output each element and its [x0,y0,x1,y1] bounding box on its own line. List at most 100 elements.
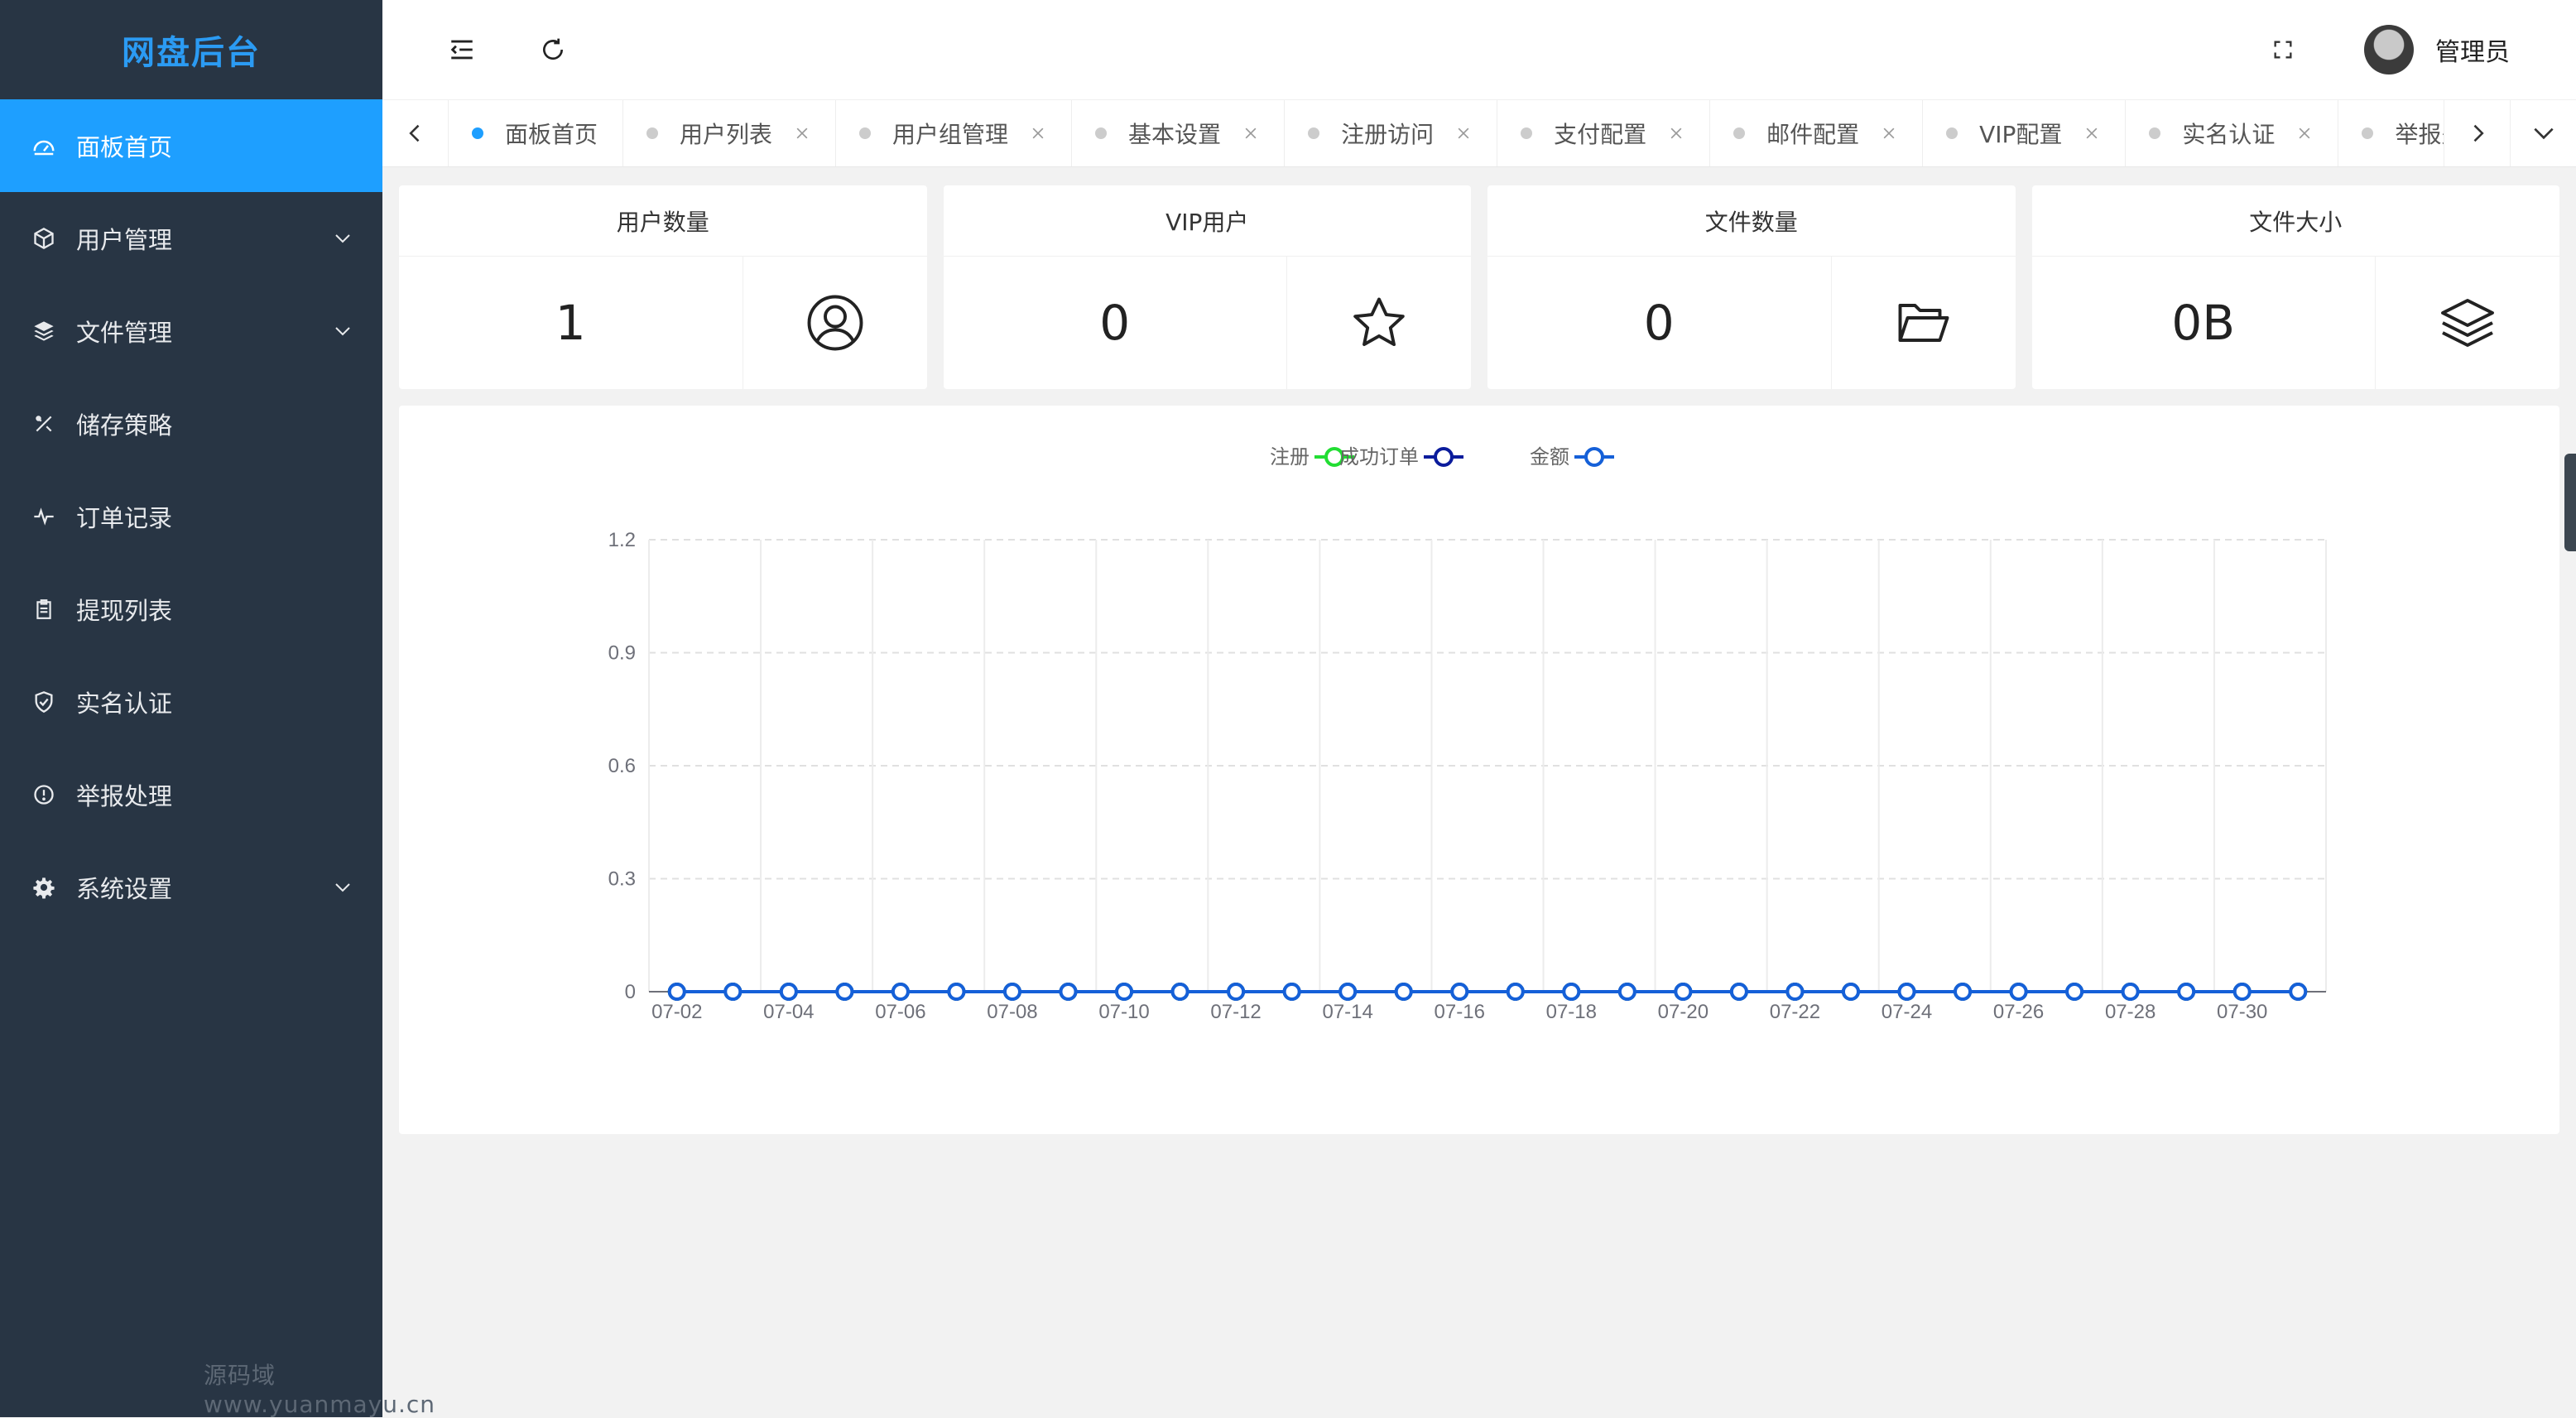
sidebar-item-dashboard[interactable]: 面板首页 [0,99,382,192]
x-tick-label: 07-24 [1882,1001,1932,1023]
y-tick-label: 0 [625,981,636,1003]
tab-real-name-auth[interactable]: 实名认证 [2126,100,2339,166]
y-tick-label: 0.9 [608,642,636,665]
y-tick-label: 0.6 [608,755,636,777]
x-tick-label: 07-28 [2105,1001,2155,1023]
tab-user-group[interactable]: 用户组管理 [836,100,1073,166]
data-point [891,983,910,1001]
data-point [2121,983,2140,1001]
tab-label: 基本设置 [1128,121,1222,148]
stat-card-title: 用户数量 [399,185,927,257]
menu-collapse-button[interactable] [444,31,480,68]
close-icon[interactable] [2083,125,2100,142]
refresh-button[interactable] [535,31,571,68]
sidebar-item-order-records[interactable]: 订单记录 [0,470,382,563]
tools-icon [30,410,58,438]
data-point [1338,983,1358,1001]
tab-mail-config[interactable]: 邮件配置 [1710,100,1924,166]
data-point [1282,983,1301,1001]
tab-dot [1733,127,1746,139]
sidebar-item-withdraw-list[interactable]: 提现列表 [0,563,382,656]
tab-dashboard[interactable]: 面板首页 [449,100,624,166]
tab-register-access[interactable]: 注册访问 [1285,100,1498,166]
tab-label: 支付配置 [1554,121,1647,148]
stat-card-title: 文件数量 [1487,185,2016,257]
y-tick-label: 0.3 [608,868,636,891]
x-tick-label: 07-18 [1546,1001,1597,1023]
close-icon[interactable] [1030,125,1046,142]
sidebar-item-label: 文件管理 [76,319,173,347]
close-icon[interactable] [1455,125,1472,142]
tab-dot [1095,127,1108,139]
tab-label: 邮件配置 [1766,121,1860,148]
stat-card-title: VIP用户 [943,185,1471,257]
sidebar-item-report-handling[interactable]: 举报处理 [0,748,382,841]
data-point [947,983,966,1001]
app-logo-title: 网盘后台 [122,34,261,72]
sidebar-item-label: 用户管理 [76,226,173,254]
x-tick-label: 07-04 [763,1001,814,1023]
fullscreen-button[interactable] [2265,31,2301,68]
tab-user-list[interactable]: 用户列表 [623,100,837,166]
sidebar-item-label: 系统设置 [76,875,173,903]
folder-open-icon [1832,257,2016,389]
data-point [1227,983,1246,1001]
refresh-icon [543,38,564,60]
data-point [1785,983,1805,1001]
sidebar-item-storage-policy[interactable]: 储存策略 [0,377,382,470]
data-point [779,983,798,1001]
sidebar-item-system-settings[interactable]: 系统设置 [0,841,382,934]
tabs-scroll-left-button[interactable] [382,100,449,166]
tab-label: 实名认证 [2182,121,2276,148]
data-point [2065,983,2084,1001]
tab-label: 注册访问 [1341,121,1435,148]
close-icon[interactable] [794,125,810,142]
sidebar-item-file-management[interactable]: 文件管理 [0,285,382,377]
x-tick-label: 07-10 [1098,1001,1149,1023]
legend-label: 成功订单 [1339,446,1419,469]
star-icon [1287,257,1471,389]
chevron-down-icon [335,234,350,243]
user-menu[interactable]: 管理员 [2364,25,2510,75]
data-point [1506,983,1525,1001]
data-point [1674,983,1693,1001]
tab-basic-settings[interactable]: 基本设置 [1072,100,1286,166]
stat-card-value: 0 [1487,257,1832,389]
data-point [1002,983,1021,1001]
tab-label: 举报处理 [2395,121,2444,148]
sidebar: 网盘后台 面板首页 用户管理 文件管理 储存策略 订单记录 提现列表 实名认证 … [0,0,435,1418]
tab-vip-config[interactable]: VIP配置 [1923,100,2127,166]
sidebar-item-user-management[interactable]: 用户管理 [0,192,382,285]
tabs-scroll-right-button[interactable] [2444,100,2510,166]
dashboard-icon [30,132,58,160]
tab-payment-config[interactable]: 支付配置 [1497,100,1711,166]
layers-icon [30,317,58,345]
indent-icon [450,40,473,60]
data-point [667,983,686,1001]
side-scroll-handle[interactable] [2564,454,2576,551]
close-icon[interactable] [2296,125,2313,142]
x-tick-label: 07-06 [875,1001,925,1023]
close-icon[interactable] [1881,125,1897,142]
data-point [1562,983,1581,1001]
close-icon[interactable] [1242,125,1259,142]
user-circle-icon [743,257,927,389]
shield-check-icon [30,688,58,716]
tabs-dropdown-button[interactable] [2510,100,2576,166]
data-point [2009,983,2028,1001]
data-point [1954,983,1973,1001]
cube-icon [30,224,58,252]
sidebar-item-real-name-auth[interactable]: 实名认证 [0,656,382,748]
tab-report-handling[interactable]: 举报处理 [2338,100,2444,166]
chevron-left-icon [408,124,419,142]
legend-label: 金额 [1530,446,1569,469]
tab-dot [859,127,872,139]
close-icon[interactable] [1668,125,1684,142]
stat-card-value: 1 [399,257,743,389]
x-tick-label: 07-08 [987,1001,1037,1023]
x-tick-label: 07-16 [1435,1001,1485,1023]
data-point [1841,983,1860,1001]
clipboard-icon [30,595,58,623]
stat-cards: 用户数量 1 VIP用户 0 文件数量 0 文件大小 0B [399,185,2559,389]
tab-label: 用户列表 [680,121,773,148]
